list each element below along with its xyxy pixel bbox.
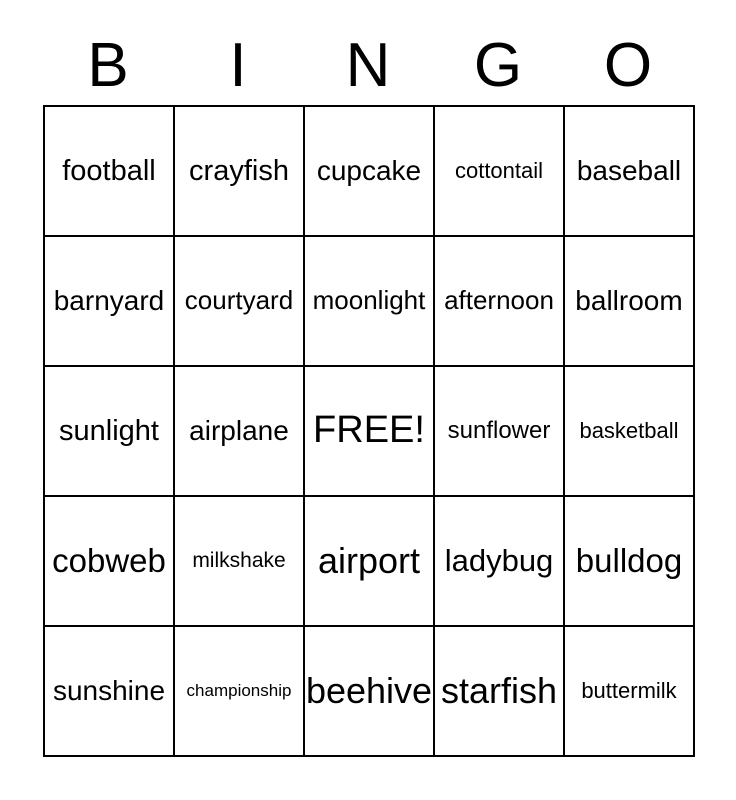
bingo-header-cell-b: B xyxy=(43,0,173,105)
bingo-header-row: B I N G O xyxy=(43,0,693,105)
bingo-row: cobweb milkshake airport ladybug bulldog xyxy=(45,497,695,627)
bingo-cell-g2[interactable]: afternoon xyxy=(435,237,565,367)
bingo-cell-b5[interactable]: sunshine xyxy=(45,627,175,757)
bingo-row: football crayfish cupcake cottontail bas… xyxy=(45,107,695,237)
bingo-header-letter-n: N xyxy=(345,31,391,100)
bingo-header-letter-b: B xyxy=(87,31,129,100)
bingo-row: sunlight airplane FREE! sunflower basket… xyxy=(45,367,695,497)
bingo-header-letter-g: G xyxy=(473,31,523,100)
bingo-cell-o5[interactable]: buttermilk xyxy=(565,627,695,757)
bingo-cell-label: bulldog xyxy=(575,541,683,579)
bingo-cell-label: beehive xyxy=(305,670,433,712)
bingo-cell-label: sunlight xyxy=(59,414,159,447)
bingo-cell-label: milkshake xyxy=(192,548,286,572)
bingo-cell-free-space[interactable]: FREE! xyxy=(305,367,435,497)
bingo-cell-label: barnyard xyxy=(53,285,165,317)
bingo-cell-g4[interactable]: ladybug xyxy=(435,497,565,627)
bingo-cell-label: airport xyxy=(317,540,421,582)
bingo-cell-o1[interactable]: baseball xyxy=(565,107,695,237)
bingo-cell-label: sunshine xyxy=(52,675,166,707)
bingo-row: sunshine championship beehive starfish b… xyxy=(45,627,695,757)
bingo-grid: football crayfish cupcake cottontail bas… xyxy=(43,105,695,757)
bingo-cell-b1[interactable]: football xyxy=(45,107,175,237)
bingo-cell-label: cupcake xyxy=(316,155,422,187)
bingo-cell-label: cobweb xyxy=(52,541,166,579)
bingo-cell-label: football xyxy=(62,154,156,187)
bingo-cell-label: sunflower xyxy=(447,417,551,445)
bingo-cell-label: crayfish xyxy=(189,154,289,187)
bingo-row: barnyard courtyard moonlight afternoon b… xyxy=(45,237,695,367)
bingo-cell-label: moonlight xyxy=(312,285,426,316)
bingo-cell-o2[interactable]: ballroom xyxy=(565,237,695,367)
bingo-header-cell-o: O xyxy=(563,0,693,105)
bingo-cell-label: ladybug xyxy=(444,542,554,578)
bingo-cell-i5[interactable]: championship xyxy=(175,627,305,757)
bingo-cell-i3[interactable]: airplane xyxy=(175,367,305,497)
bingo-cell-label: airplane xyxy=(189,415,289,447)
bingo-cell-label: baseball xyxy=(576,155,682,187)
bingo-cell-label: courtyard xyxy=(184,285,294,316)
bingo-cell-label: afternoon xyxy=(444,285,554,316)
bingo-cell-o3[interactable]: basketball xyxy=(565,367,695,497)
bingo-cell-i2[interactable]: courtyard xyxy=(175,237,305,367)
bingo-cell-g5[interactable]: starfish xyxy=(435,627,565,757)
bingo-cell-i4[interactable]: milkshake xyxy=(175,497,305,627)
bingo-cell-label: cottontail xyxy=(454,158,544,184)
bingo-cell-label: starfish xyxy=(440,670,558,712)
bingo-header-cell-i: I xyxy=(173,0,303,105)
bingo-cell-n1[interactable]: cupcake xyxy=(305,107,435,237)
bingo-cell-label: basketball xyxy=(579,418,679,444)
bingo-cell-n4[interactable]: airport xyxy=(305,497,435,627)
bingo-cell-b3[interactable]: sunlight xyxy=(45,367,175,497)
bingo-cell-i1[interactable]: crayfish xyxy=(175,107,305,237)
bingo-cell-o4[interactable]: bulldog xyxy=(565,497,695,627)
bingo-header-cell-g: G xyxy=(433,0,563,105)
bingo-cell-g1[interactable]: cottontail xyxy=(435,107,565,237)
bingo-header-letter-i: I xyxy=(229,31,247,100)
bingo-cell-n2[interactable]: moonlight xyxy=(305,237,435,367)
bingo-cell-n5[interactable]: beehive xyxy=(305,627,435,757)
bingo-header-letter-o: O xyxy=(603,31,653,100)
bingo-cell-b4[interactable]: cobweb xyxy=(45,497,175,627)
bingo-cell-label: buttermilk xyxy=(581,678,677,704)
bingo-card: B I N G O football crayfish cupcake cott… xyxy=(43,0,695,757)
bingo-cell-b2[interactable]: barnyard xyxy=(45,237,175,367)
bingo-cell-g3[interactable]: sunflower xyxy=(435,367,565,497)
bingo-header-cell-n: N xyxy=(303,0,433,105)
bingo-cell-label: championship xyxy=(186,681,292,701)
bingo-free-space-label: FREE! xyxy=(313,409,425,452)
bingo-cell-label: ballroom xyxy=(575,285,683,317)
